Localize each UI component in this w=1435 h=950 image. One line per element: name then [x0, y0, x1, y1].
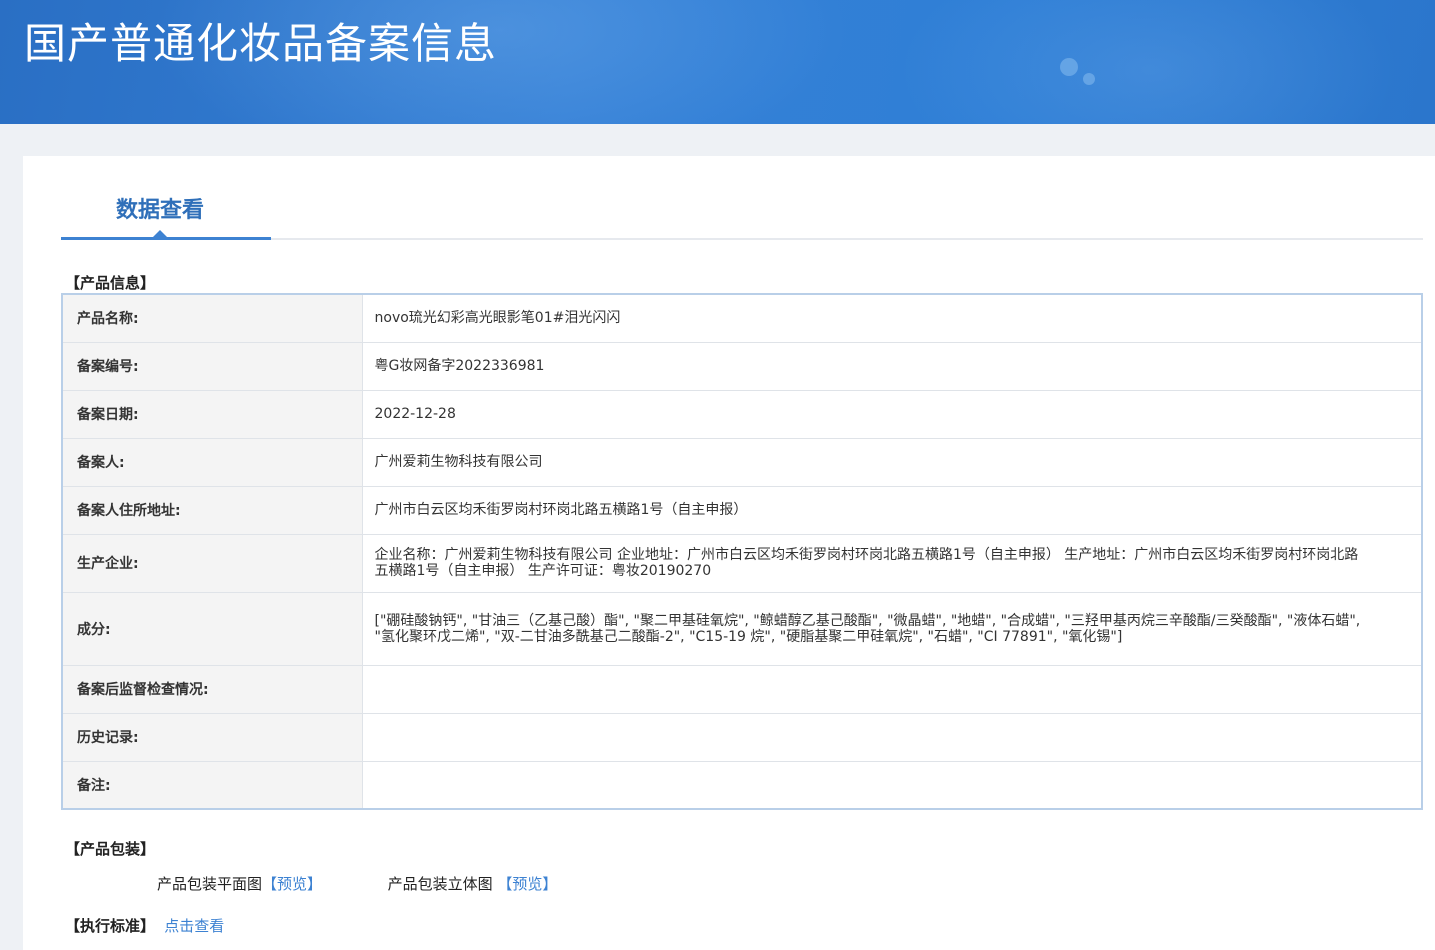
- flat-image-label: 产品包装平面图: [157, 875, 263, 893]
- content-card: 数据查看 【产品信息】 产品名称: novo琉光幻彩高光眼影笔01#泪光闪闪 备…: [23, 156, 1435, 950]
- solid-image-preview-link[interactable]: 【预览】: [497, 875, 557, 893]
- row-value: 广州爱莉生物科技有限公司: [362, 437, 1422, 486]
- row-value: 2022-12-28: [362, 389, 1422, 438]
- table-row: 备案编号: 粤G妆网备字2022336981: [62, 341, 1422, 390]
- page-banner: 国产普通化妆品备案信息: [0, 0, 1435, 124]
- table-row: 备注:: [62, 760, 1422, 809]
- row-value: novo琉光幻彩高光眼影笔01#泪光闪闪: [374, 310, 621, 327]
- row-key: 备案编号:: [62, 341, 363, 390]
- table-row: 备案人: 广州爱莉生物科技有限公司: [62, 437, 1422, 486]
- flat-image-preview-link[interactable]: 【预览】: [262, 875, 322, 893]
- banner-dot-decoration: [1083, 73, 1095, 85]
- standard-view-link[interactable]: 点击查看: [164, 917, 224, 935]
- row-key: 备案人:: [62, 437, 363, 486]
- product-info-heading: 【产品信息】: [65, 274, 156, 292]
- product-info-table: 产品名称: novo琉光幻彩高光眼影笔01#泪光闪闪 备案编号: 粤G妆网备字2…: [61, 293, 1423, 810]
- tab-active-indicator: [61, 237, 271, 240]
- row-value: [362, 664, 1422, 713]
- row-key: 备案人住所地址:: [62, 485, 363, 534]
- row-value: 粤G妆网备字2022336981: [362, 341, 1422, 390]
- tab-caret-icon: [153, 230, 167, 237]
- row-key: 历史记录:: [62, 712, 363, 761]
- table-row: 备案日期: 2022-12-28: [62, 389, 1422, 438]
- solid-image-label: 产品包装立体图: [387, 875, 493, 893]
- packaging-row: 产品包装平面图【预览】 产品包装立体图 【预览】: [157, 873, 557, 894]
- banner-dot-decoration: [1060, 58, 1078, 76]
- row-key: 产品名称:: [62, 294, 363, 342]
- row-key: 备案日期:: [62, 389, 363, 438]
- table-row: 成分: ["硼硅酸钠钙", "甘油三（乙基己酸）酯", "聚二甲基硅氧烷", "…: [62, 591, 1422, 665]
- row-value: ["硼硅酸钠钙", "甘油三（乙基己酸）酯", "聚二甲基硅氧烷", "鲸蜡醇乙…: [362, 591, 1422, 665]
- packaging-heading: 【产品包装】: [65, 840, 156, 858]
- banner-glow-decoration: [900, 0, 1400, 124]
- standard-row: 【执行标准】 点击查看: [65, 915, 224, 936]
- standard-heading: 【执行标准】: [65, 917, 156, 935]
- row-value: 广州市白云区均禾街罗岗村环岗北路五横路1号（自主申报）: [362, 485, 1422, 534]
- row-value: 企业名称：广州爱莉生物科技有限公司 企业地址：广州市白云区均禾街罗岗村环岗北路五…: [362, 533, 1422, 592]
- row-value: [362, 760, 1422, 809]
- row-key: 备注:: [62, 760, 363, 809]
- row-key: 备案后监督检查情况:: [62, 664, 363, 713]
- table-row: 产品名称: novo琉光幻彩高光眼影笔01#泪光闪闪: [62, 294, 1422, 342]
- table-row: 生产企业: 企业名称：广州爱莉生物科技有限公司 企业地址：广州市白云区均禾街罗岗…: [62, 533, 1422, 592]
- tab-data-view[interactable]: 数据查看: [116, 192, 204, 224]
- table-row: 备案后监督检查情况:: [62, 664, 1422, 713]
- table-row: 备案人住所地址: 广州市白云区均禾街罗岗村环岗北路五横路1号（自主申报）: [62, 485, 1422, 534]
- row-value: [362, 712, 1422, 761]
- page-title: 国产普通化妆品备案信息: [24, 19, 498, 68]
- row-key: 生产企业:: [62, 533, 363, 592]
- row-key: 成分:: [62, 591, 363, 665]
- table-row: 历史记录:: [62, 712, 1422, 761]
